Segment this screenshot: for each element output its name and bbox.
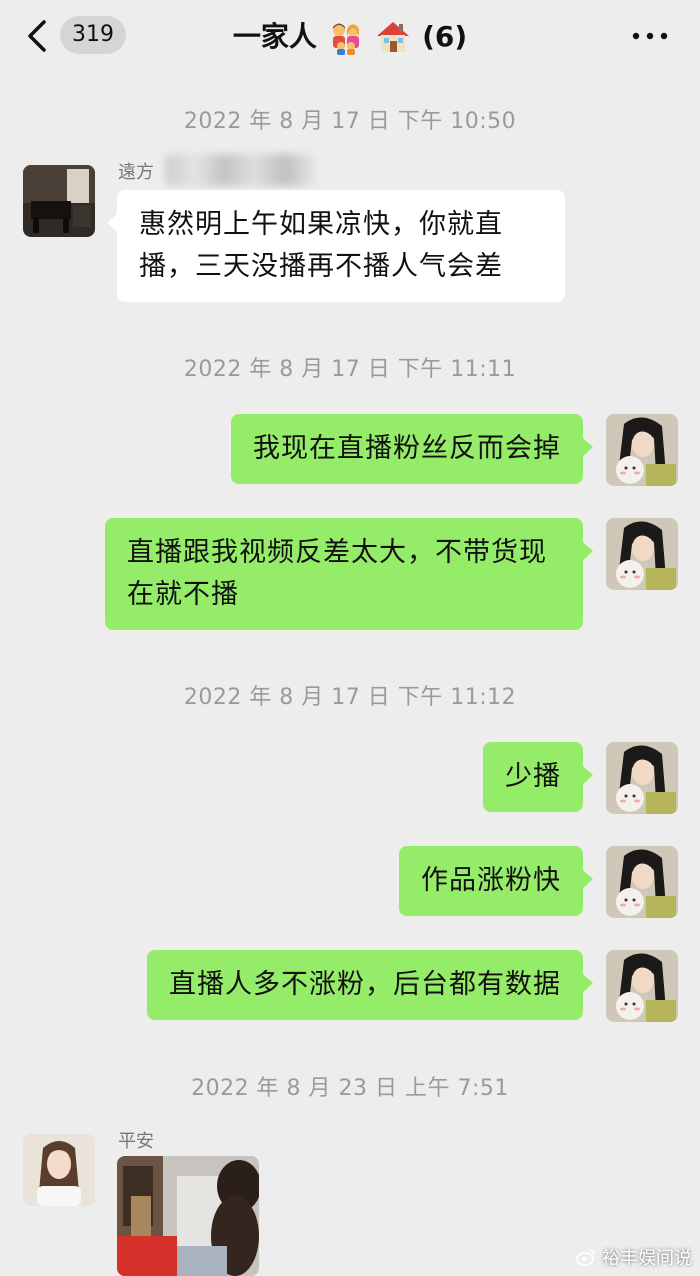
chat-title-text: 一家人 <box>232 20 317 53</box>
blurred-name-redaction <box>165 154 315 186</box>
outgoing-message-bubble[interactable]: 我现在直播粉丝反而会掉 <box>231 414 593 484</box>
self-avatar[interactable] <box>606 950 678 1022</box>
ellipsis-icon <box>632 32 668 40</box>
message-timestamp: 2022 年 8 月 17 日 下午 11:11 <box>183 357 517 382</box>
sender-name: 平安 <box>118 1131 154 1152</box>
incoming-message-bubble[interactable]: 惠然明上午如果凉快，你就直播，三天没播再不播人气会差 <box>107 190 565 302</box>
self-avatar[interactable] <box>606 414 678 486</box>
girl-with-plush-avatar-icon <box>606 950 678 1022</box>
girl-with-plush-avatar-icon <box>606 846 678 918</box>
girl-with-plush-avatar-icon <box>606 742 678 814</box>
outgoing-message-bubble[interactable]: 直播人多不涨粉，后台都有数据 <box>147 950 593 1020</box>
member-count: (6) <box>422 20 468 53</box>
girl-with-plush-avatar-icon <box>606 518 678 590</box>
self-avatar[interactable] <box>606 846 678 918</box>
watermark: 裕丰娱间说 <box>576 1244 692 1270</box>
outgoing-message-bubble[interactable]: 直播跟我视频反差太大，不带货现在就不播 <box>105 518 593 630</box>
family-emoji-icon <box>332 23 359 55</box>
self-avatar[interactable] <box>606 742 678 814</box>
image-message[interactable] <box>117 1156 259 1276</box>
photo-thumbnail-icon <box>117 1156 259 1276</box>
outgoing-message-bubble[interactable]: 作品涨粉快 <box>399 846 593 916</box>
room-photo-avatar-icon <box>23 165 95 237</box>
chat-header: 319 一家人 (6) <box>0 0 700 72</box>
weibo-logo-icon <box>576 1249 596 1266</box>
sender-avatar[interactable] <box>23 1134 95 1206</box>
house-emoji-icon <box>377 22 410 52</box>
outgoing-message-bubble[interactable]: 少播 <box>483 742 593 812</box>
woman-portrait-avatar-icon <box>23 1134 95 1206</box>
message-timestamp: 2022 年 8 月 23 日 上午 7:51 <box>191 1076 509 1101</box>
more-options-button[interactable] <box>630 24 670 48</box>
chat-title: 一家人 (6) <box>0 16 700 57</box>
watermark-text: 裕丰娱间说 <box>602 1248 692 1269</box>
sender-avatar[interactable] <box>23 165 95 237</box>
message-timestamp: 2022 年 8 月 17 日 下午 11:12 <box>183 685 517 710</box>
self-avatar[interactable] <box>606 518 678 590</box>
sender-name: 遠方 <box>118 162 154 183</box>
girl-with-plush-avatar-icon <box>606 414 678 486</box>
message-timestamp: 2022 年 8 月 17 日 下午 10:50 <box>183 109 517 134</box>
